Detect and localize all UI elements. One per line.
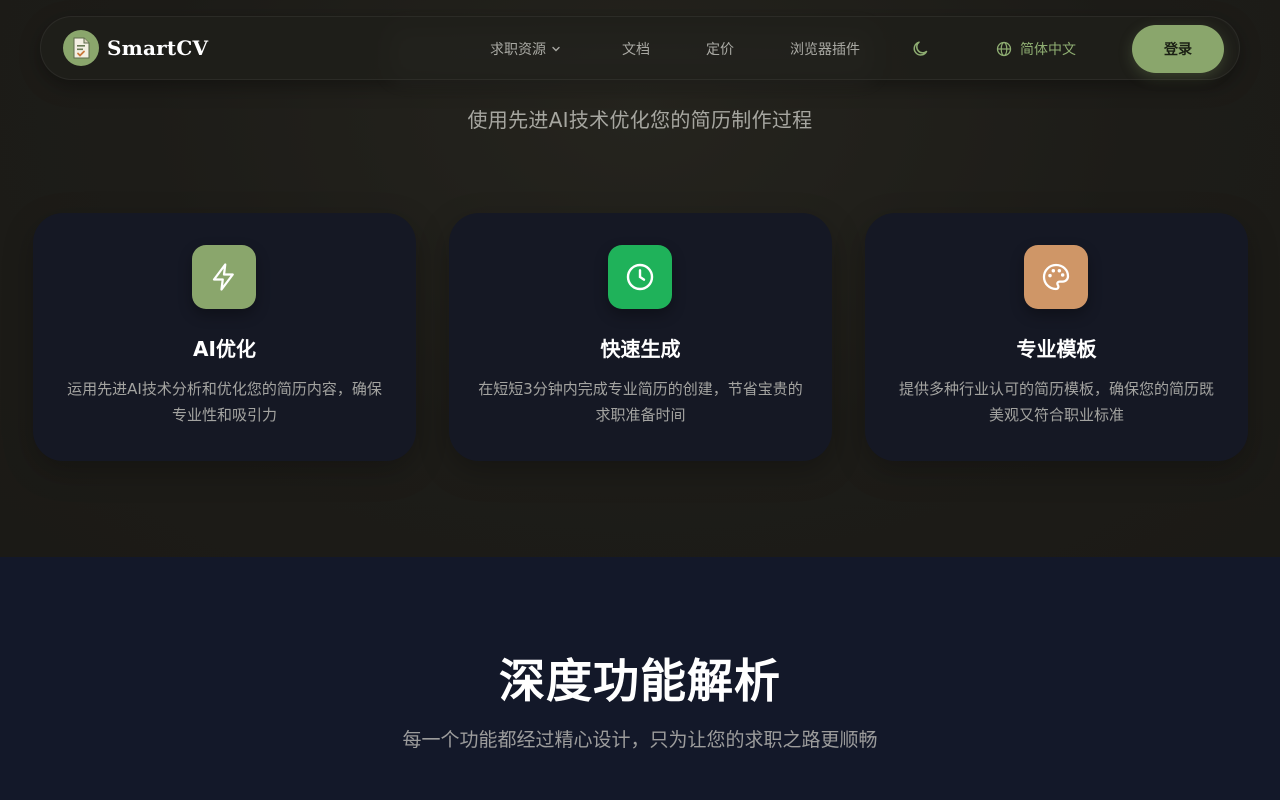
- nav-item-browser-plugin[interactable]: 浏览器插件: [790, 39, 860, 59]
- nav-item-docs[interactable]: 文档: [622, 39, 650, 59]
- nav-item-label: 求职资源: [490, 42, 546, 58]
- brand-name: SmartCV: [107, 36, 209, 60]
- language-label: 简体中文: [1020, 42, 1076, 58]
- deep-features-section: 深度功能解析 每一个功能都经过精心设计，只为让您的求职之路更顺畅: [0, 557, 1280, 800]
- login-button[interactable]: 登录: [1132, 25, 1224, 73]
- nav-item-job-resources[interactable]: 求职资源: [490, 39, 562, 59]
- feature-title: AI优化: [193, 337, 256, 361]
- feature-card-ai-optimize: AI优化 运用先进AI技术分析和优化您的简历内容，确保专业性和吸引力: [33, 213, 416, 461]
- clock-icon: [608, 245, 672, 309]
- hero-section: SmartCV 求职资源 文档 定价 浏览器插件 简体中文 登录 使用先进AI技…: [0, 0, 1280, 557]
- feature-card-pro-templates: 专业模板 提供多种行业认可的简历模板，确保您的简历既美观又符合职业标准: [865, 213, 1248, 461]
- navbar: SmartCV 求职资源 文档 定价 浏览器插件 简体中文 登录: [40, 16, 1240, 80]
- feature-description: 运用先进AI技术分析和优化您的简历内容，确保专业性和吸引力: [67, 380, 382, 424]
- palette-icon: [1024, 245, 1088, 309]
- moon-icon[interactable]: [911, 39, 931, 59]
- lightning-icon: [192, 245, 256, 309]
- nav-item-label: 浏览器插件: [790, 42, 860, 58]
- feature-description: 提供多种行业认可的简历模板，确保您的简历既美观又符合职业标准: [898, 380, 1214, 424]
- logo[interactable]: SmartCV: [63, 30, 208, 66]
- hero-subtitle: 使用先进AI技术优化您的简历制作过程: [467, 108, 813, 132]
- language-switcher[interactable]: 简体中文: [996, 39, 1076, 59]
- chevron-down-icon: [552, 46, 560, 52]
- feature-title: 专业模板: [1016, 337, 1097, 361]
- nav-item-pricing[interactable]: 定价: [706, 39, 734, 59]
- feature-title: 快速生成: [600, 337, 681, 361]
- nav-item-label: 文档: [622, 42, 650, 58]
- nav-item-label: 定价: [706, 42, 734, 58]
- section-title: 深度功能解析: [499, 654, 781, 708]
- globe-icon: [996, 41, 1012, 57]
- feature-description: 在短短3分钟内完成专业简历的创建，节省宝贵的求职准备时间: [478, 380, 803, 424]
- section-subtitle: 每一个功能都经过精心设计，只为让您的求职之路更顺畅: [402, 729, 878, 751]
- feature-card-fast-generate: 快速生成 在短短3分钟内完成专业简历的创建，节省宝贵的求职准备时间: [449, 213, 832, 461]
- resume-logo-icon: [63, 30, 99, 66]
